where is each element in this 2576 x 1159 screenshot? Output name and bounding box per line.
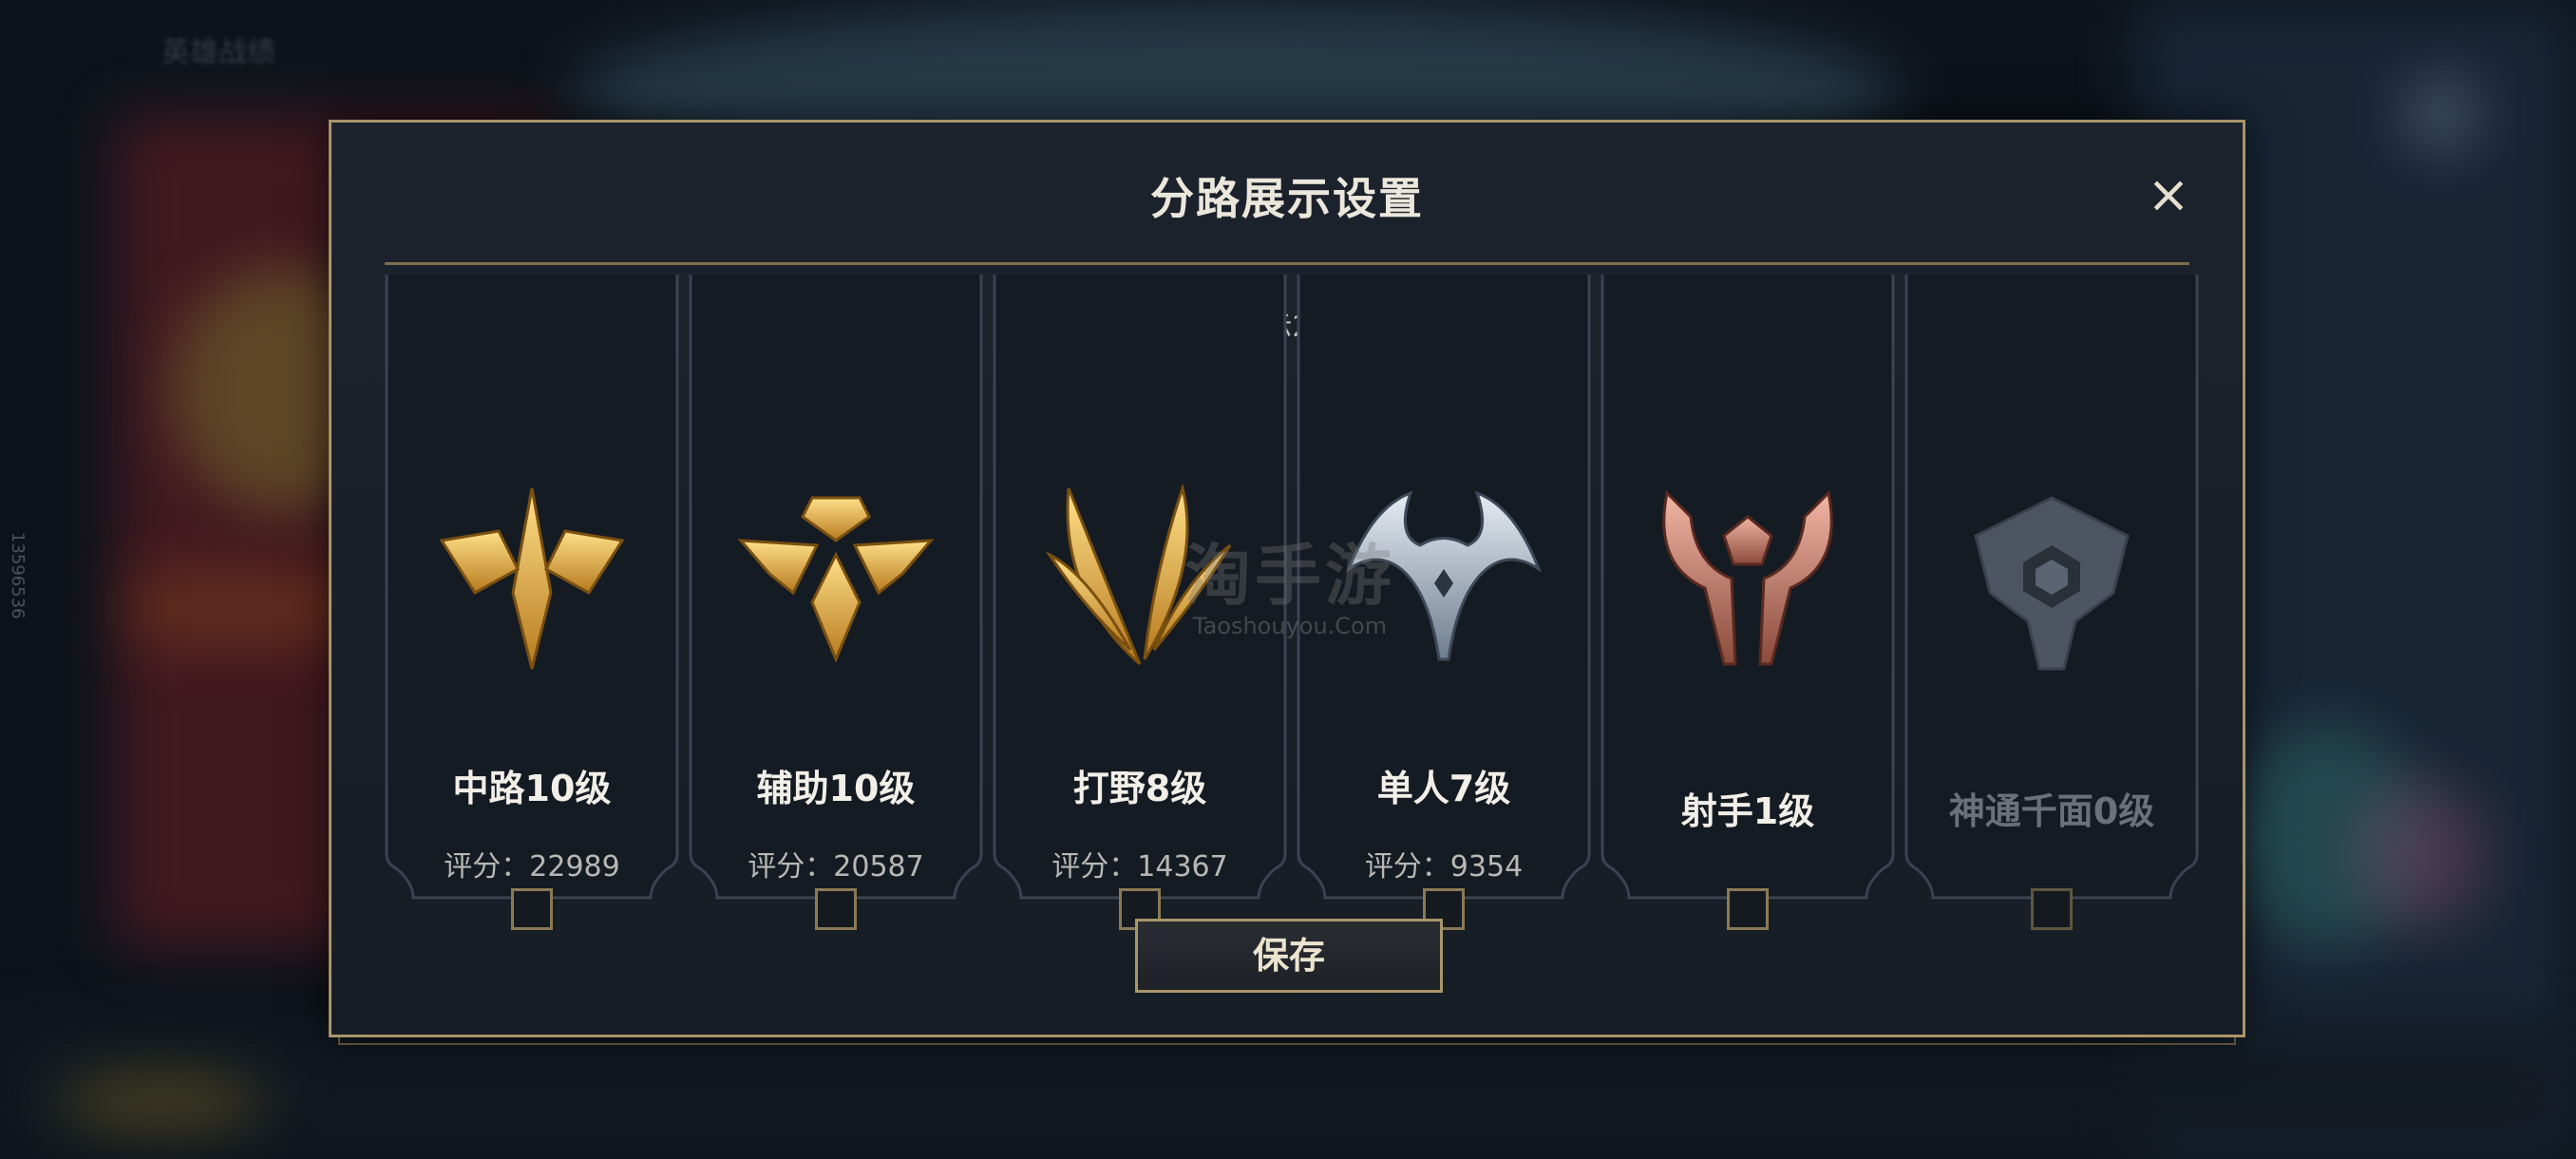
role-card-marksman[interactable]: 射手1级 bbox=[1601, 275, 1895, 1006]
back-button-label: 英雄战绩 bbox=[161, 36, 275, 69]
title-divider bbox=[385, 262, 2189, 265]
close-icon[interactable]: × bbox=[2142, 168, 2195, 221]
versatile-emblem-icon bbox=[1974, 496, 2130, 671]
role-card-support[interactable]: 辅助10级 评分：20587 bbox=[689, 275, 983, 1006]
role-score: 评分：22989 bbox=[444, 850, 620, 884]
side-id-text: 13596536 bbox=[8, 532, 28, 619]
dialog-title: 分路展示设置 bbox=[1150, 173, 1424, 224]
role-card-versatile[interactable]: 神通千面0级 bbox=[1904, 275, 2199, 1006]
save-button[interactable]: 保存 bbox=[1135, 919, 1443, 993]
jungle-emblem-icon bbox=[1045, 483, 1232, 666]
role-name: 单人7级 bbox=[1376, 768, 1511, 809]
support-emblem-icon bbox=[737, 496, 935, 663]
role-card-solo[interactable]: 单人7级 评分：9354 bbox=[1297, 275, 1591, 1006]
role-checkbox[interactable] bbox=[815, 888, 857, 930]
role-checkbox[interactable] bbox=[1727, 888, 1769, 930]
role-score: 评分：14367 bbox=[1051, 850, 1228, 884]
role-score: 评分：9354 bbox=[1364, 850, 1524, 884]
role-name: 打野8级 bbox=[1072, 768, 1207, 809]
role-card-mid[interactable]: 中路10级 评分：22989 bbox=[385, 275, 679, 1006]
role-name: 神通千面0级 bbox=[1948, 790, 2155, 832]
solo-emblem-icon bbox=[1345, 490, 1543, 661]
role-name: 辅助10级 bbox=[756, 768, 916, 809]
lane-display-settings-dialog: 分路展示设置 × 最多展示2个位置 中路10级 评分：22989 辅助10级 评… bbox=[329, 120, 2245, 1037]
role-score: 评分：20587 bbox=[748, 850, 924, 884]
role-name: 中路10级 bbox=[452, 768, 612, 809]
role-card-jungle[interactable]: 打野8级 评分：14367 bbox=[993, 275, 1287, 1006]
role-name: 射手1级 bbox=[1680, 790, 1815, 832]
marksman-emblem-icon bbox=[1662, 489, 1833, 666]
role-checkbox[interactable] bbox=[2031, 888, 2073, 930]
mid-lane-emblem-icon bbox=[439, 487, 625, 670]
role-checkbox[interactable] bbox=[511, 888, 553, 930]
